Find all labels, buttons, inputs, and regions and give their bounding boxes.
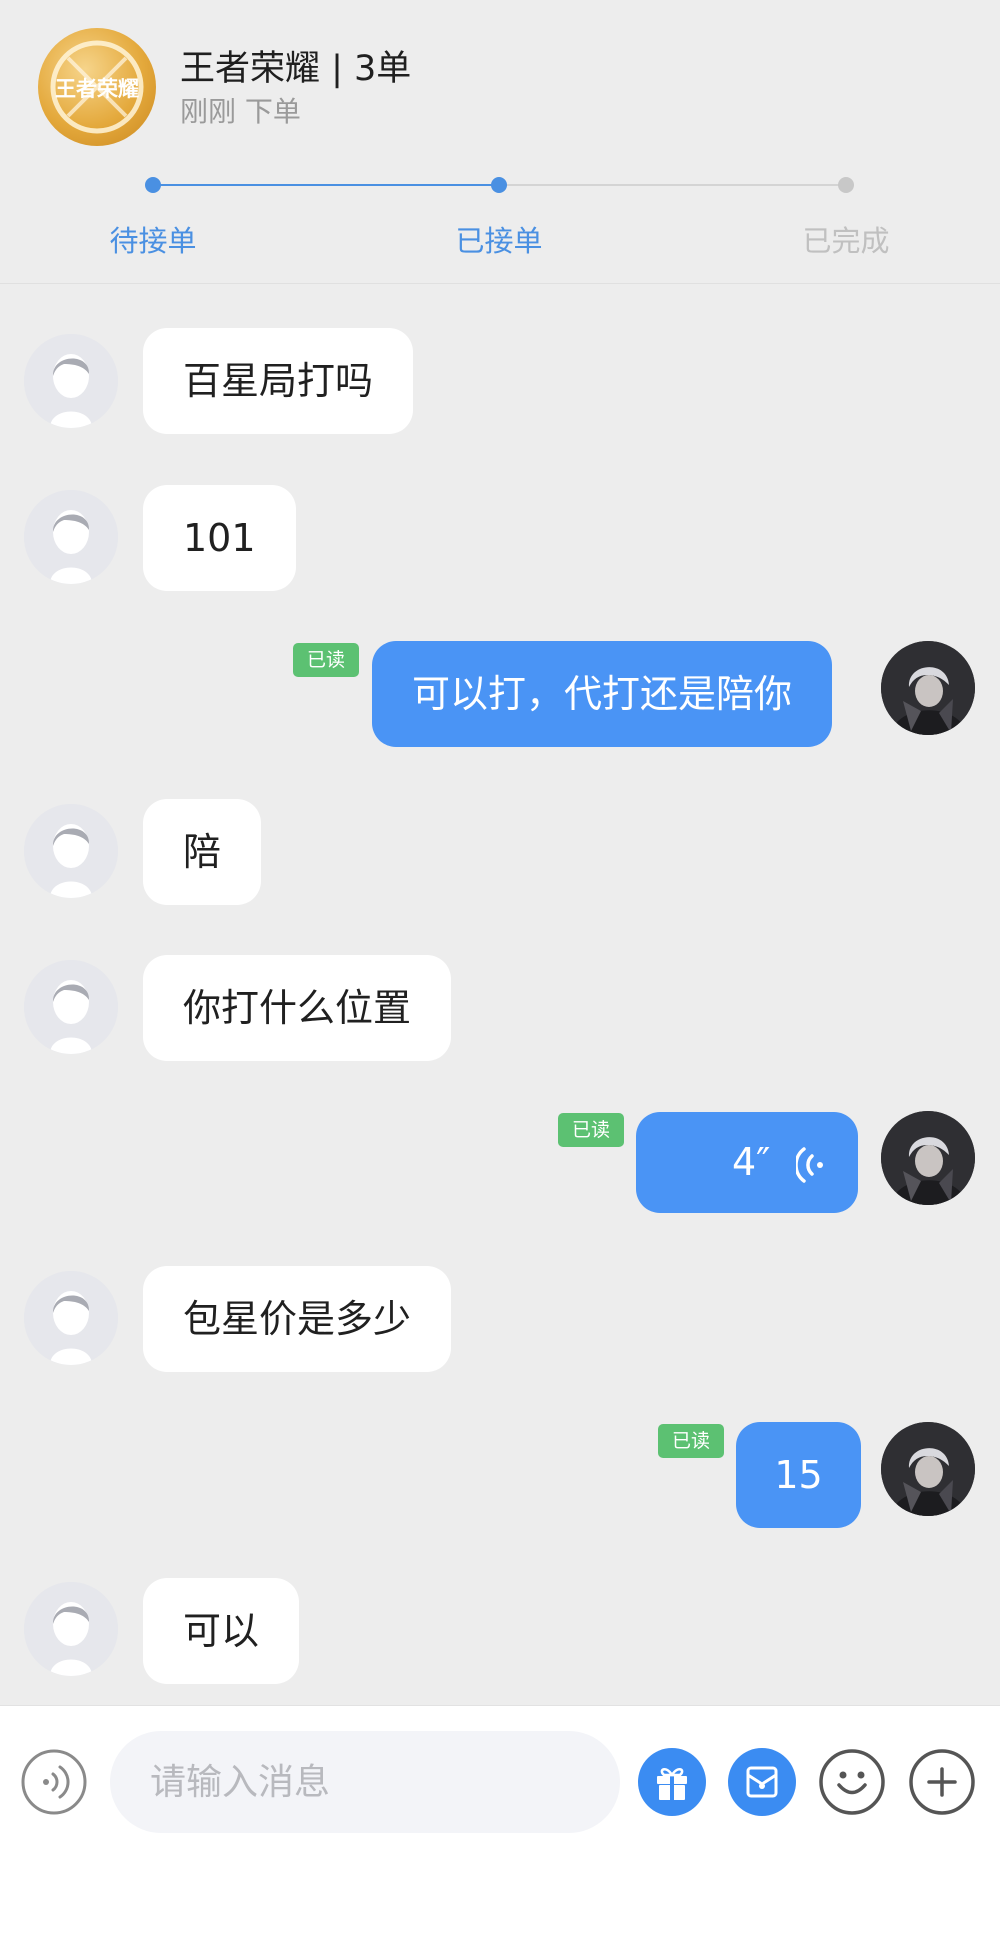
voice-toggle-button[interactable] bbox=[20, 1748, 88, 1816]
user-avatar[interactable] bbox=[881, 641, 975, 735]
voice-duration: 4″ bbox=[732, 1140, 771, 1184]
user-avatar-icon bbox=[881, 1111, 975, 1205]
message-bubble-outgoing[interactable]: 可以打，代打还是陪你 bbox=[372, 641, 833, 747]
message-input[interactable] bbox=[110, 1731, 620, 1833]
step-label-pending-order: 待接单 bbox=[109, 224, 197, 258]
step-dot-pending-order bbox=[145, 177, 161, 193]
default-avatar-icon bbox=[24, 804, 118, 898]
progress-line-done bbox=[153, 184, 499, 186]
step-label-accepted: 已接单 bbox=[455, 224, 543, 258]
emoji-icon bbox=[819, 1749, 885, 1815]
message-bubble-incoming[interactable]: 101 bbox=[143, 485, 296, 591]
progress-line-pending bbox=[499, 184, 846, 186]
user-avatar-icon bbox=[881, 641, 975, 735]
step-dot-completed bbox=[838, 177, 854, 193]
order-title: 王者荣耀 | 3单 bbox=[180, 49, 412, 89]
game-logo: 王者荣耀 bbox=[38, 28, 156, 146]
avatar[interactable] bbox=[24, 804, 118, 898]
message-bubble-incoming[interactable]: 百星局打吗 bbox=[143, 328, 414, 434]
avatar[interactable] bbox=[24, 490, 118, 584]
logo-text: 王者荣耀 bbox=[55, 77, 139, 101]
read-badge: 已读 bbox=[558, 1113, 624, 1147]
gift-icon bbox=[638, 1748, 706, 1816]
message-bubble-incoming[interactable]: 陪 bbox=[143, 799, 262, 905]
user-avatar-icon bbox=[881, 1422, 975, 1516]
step-label-completed: 已完成 bbox=[802, 224, 890, 258]
message-bubble-incoming[interactable]: 包星价是多少 bbox=[143, 1266, 452, 1372]
input-bar bbox=[0, 1705, 1000, 1942]
message-bubble-outgoing[interactable]: 15 bbox=[736, 1422, 861, 1528]
message-bubble-incoming[interactable]: 可以 bbox=[143, 1578, 300, 1684]
more-button[interactable] bbox=[908, 1748, 976, 1816]
read-badge: 已读 bbox=[658, 1424, 724, 1458]
voice-message-bubble[interactable]: 4″ bbox=[636, 1112, 859, 1213]
red-packet-icon bbox=[728, 1748, 796, 1816]
default-avatar-icon bbox=[24, 1271, 118, 1365]
plus-icon bbox=[909, 1749, 975, 1815]
default-avatar-icon bbox=[24, 490, 118, 584]
message-bubble-incoming[interactable]: 你打什么位置 bbox=[143, 955, 452, 1061]
voice-toggle-icon bbox=[21, 1749, 87, 1815]
avatar[interactable] bbox=[24, 960, 118, 1054]
voice-wave-icon bbox=[796, 1146, 824, 1183]
default-avatar-icon bbox=[24, 960, 118, 1054]
game-logo-icon: 王者荣耀 bbox=[50, 40, 144, 134]
user-avatar[interactable] bbox=[881, 1111, 975, 1205]
default-avatar-icon bbox=[24, 334, 118, 428]
user-avatar[interactable] bbox=[881, 1422, 975, 1516]
avatar[interactable] bbox=[24, 334, 118, 428]
emoji-button[interactable] bbox=[818, 1748, 886, 1816]
gift-button[interactable] bbox=[638, 1748, 706, 1816]
red-packet-button[interactable] bbox=[728, 1748, 796, 1816]
default-avatar-icon bbox=[24, 1582, 118, 1676]
avatar[interactable] bbox=[24, 1271, 118, 1365]
order-time: 刚刚 下单 bbox=[180, 95, 301, 128]
avatar[interactable] bbox=[24, 1582, 118, 1676]
order-header: 王者荣耀 王者荣耀 | 3单 刚刚 下单 待接单 已接单 已完成 bbox=[0, 0, 1000, 284]
step-dot-accepted bbox=[491, 177, 507, 193]
read-badge: 已读 bbox=[293, 643, 359, 677]
